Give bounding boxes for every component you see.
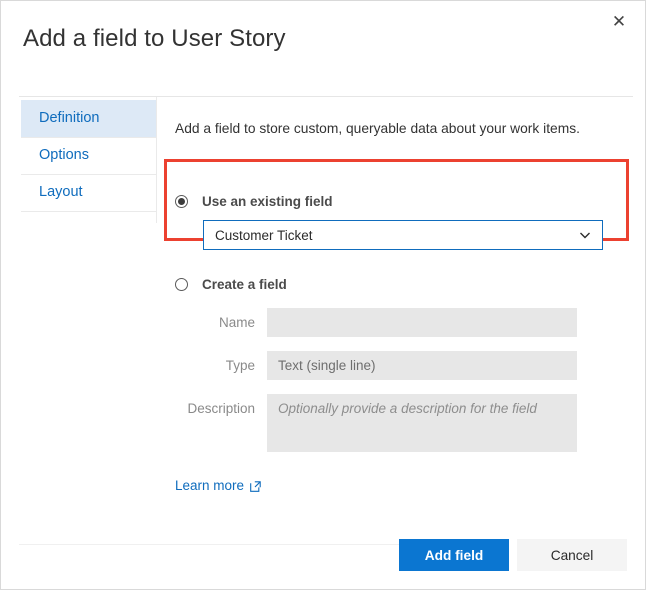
tab-rail-divider (156, 97, 157, 223)
chevron-down-icon (579, 229, 591, 241)
footer-button-group: Add field Cancel (399, 539, 627, 571)
use-existing-field-group: Use an existing field Customer Ticket (175, 191, 627, 250)
tab-definition-label: Definition (39, 110, 100, 126)
add-field-dialog: Add a field to User Story ✕ Definition O… (0, 0, 646, 590)
name-field-label: Name (218, 315, 255, 330)
name-input[interactable] (267, 308, 577, 337)
page-title: Add a field to User Story (23, 25, 286, 52)
definition-pane: Add a field to store custom, queryable d… (164, 97, 629, 495)
use-existing-field-radio-row[interactable]: Use an existing field (175, 191, 627, 211)
dialog-footer: Add field Cancel (1, 509, 645, 589)
learn-more-label: Learn more (175, 478, 245, 493)
type-select[interactable]: Text (single line) (267, 351, 577, 380)
create-field-radio-row[interactable]: Create a field (175, 274, 627, 294)
existing-field-dropdown-value: Customer Ticket (215, 227, 313, 243)
tab-options-label: Options (39, 147, 89, 163)
type-field-row: Type Text (single line) (175, 351, 627, 380)
description-field-label: Description (187, 401, 255, 416)
tab-options[interactable]: Options (21, 137, 156, 174)
radio-button-selected-icon[interactable] (175, 194, 188, 208)
create-field-group: Create a field Name Type Text (single li… (175, 274, 627, 452)
use-existing-field-label: Use an existing field (202, 193, 333, 209)
description-field-row: Description Optionally provide a descrip… (175, 394, 627, 452)
pane-description: Add a field to store custom, queryable d… (175, 121, 580, 136)
tab-layout-label: Layout (39, 184, 83, 200)
create-field-label: Create a field (202, 276, 287, 292)
external-link-icon (250, 480, 261, 492)
footer-divider (19, 544, 419, 545)
dialog-body: Definition Options Layout Add a field to… (1, 97, 645, 509)
radio-button-unselected-icon[interactable] (175, 277, 188, 291)
add-field-button[interactable]: Add field (399, 539, 509, 571)
tab-definition[interactable]: Definition (21, 100, 156, 137)
close-icon: ✕ (611, 11, 627, 32)
cancel-button[interactable]: Cancel (517, 539, 627, 571)
close-button[interactable]: ✕ (603, 7, 635, 37)
learn-more-link[interactable]: Learn more (175, 478, 261, 493)
dialog-header: Add a field to User Story ✕ (1, 1, 645, 97)
type-field-label: Type (225, 358, 255, 373)
description-textarea[interactable]: Optionally provide a description for the… (267, 394, 577, 452)
tab-layout[interactable]: Layout (21, 174, 156, 211)
tab-list: Definition Options Layout (21, 100, 156, 212)
name-field-row: Name (175, 308, 627, 337)
existing-field-dropdown[interactable]: Customer Ticket (203, 220, 603, 250)
